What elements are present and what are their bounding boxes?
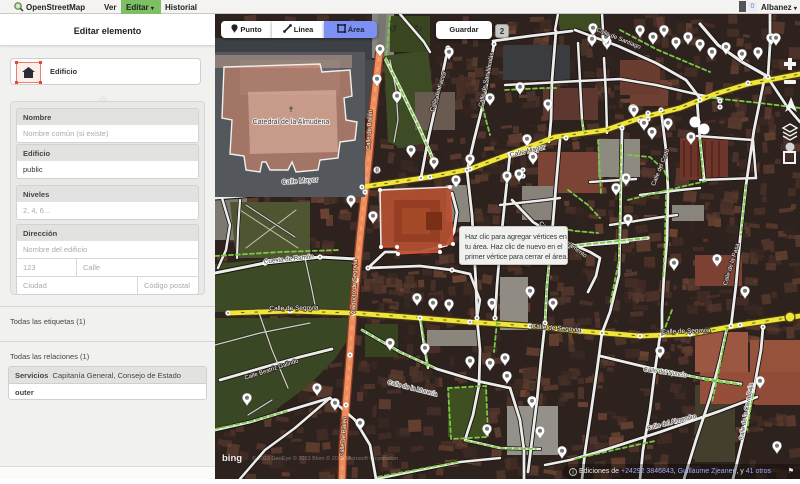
svg-text:© 2013 GeoEye © 2013 Blom © 20: © 2013 GeoEye © 2013 Blom © 2013 Microso… [252, 455, 398, 462]
svg-text:bing: bing [222, 453, 242, 464]
svg-text:Catedral de la Almudena: Catedral de la Almudena [253, 119, 330, 126]
svg-text:Calle de Segovia: Calle de Segovia [269, 305, 319, 313]
svg-text:✝: ✝ [288, 105, 295, 114]
